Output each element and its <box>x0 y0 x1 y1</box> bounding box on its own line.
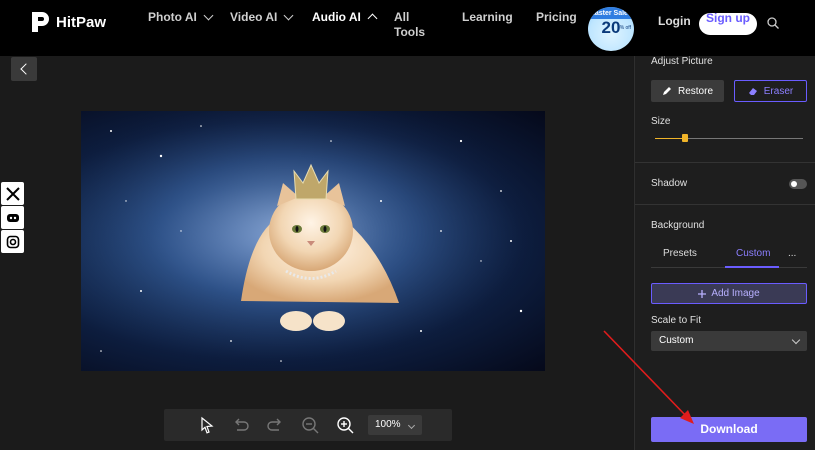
eraser-label: Eraser <box>763 85 794 97</box>
nav-video-ai[interactable]: Video AI <box>230 10 294 24</box>
scale-select[interactable]: Custom <box>651 331 807 351</box>
instagram-icon[interactable] <box>1 230 24 253</box>
section-divider <box>635 204 815 205</box>
plus-icon <box>698 289 707 298</box>
eraser-button[interactable]: Eraser <box>734 80 807 102</box>
back-button[interactable] <box>11 57 37 81</box>
pencil-icon <box>662 87 671 95</box>
signup-button[interactable]: Sign up <box>699 12 757 35</box>
nav-pricing[interactable]: Pricing <box>536 10 577 24</box>
cat-in-space-image <box>81 111 545 371</box>
chevron-down-icon <box>407 421 416 430</box>
active-tab-indicator <box>725 266 779 268</box>
size-slider-fill <box>655 138 685 139</box>
nav-all-tools[interactable]: All Tools <box>394 10 434 40</box>
nav-audio-ai[interactable]: Audio AI <box>312 10 378 24</box>
adjust-picture-title: Adjust Picture <box>651 56 713 67</box>
scale-to-fit-label: Scale to Fit <box>651 315 702 326</box>
tab-more[interactable]: ... <box>788 248 796 259</box>
promo-badge[interactable]: Easter Sales 20 % off <box>588 7 634 51</box>
restore-label: Restore <box>677 85 713 97</box>
shadow-toggle[interactable] <box>789 179 807 189</box>
nav-video-ai-label: Video AI <box>230 10 278 24</box>
promo-suffix: % off <box>619 25 631 31</box>
nav-photo-ai-label: Photo AI <box>148 10 197 24</box>
chevron-left-icon <box>20 63 32 75</box>
toggle-knob <box>791 181 797 187</box>
download-button[interactable]: Download <box>651 417 807 442</box>
brand-logo[interactable]: HitPaw <box>30 10 106 34</box>
chevron-down-icon <box>203 10 214 20</box>
zoom-select[interactable]: 100% <box>368 415 422 435</box>
hitpaw-logo-icon <box>32 12 49 32</box>
chevron-down-icon <box>791 335 801 345</box>
redo-icon[interactable] <box>266 416 284 434</box>
shadow-label: Shadow <box>651 178 688 189</box>
top-nav-bar: HitPaw Photo AI Video AI Audio AI All To… <box>0 0 815 56</box>
zoom-in-icon[interactable] <box>336 416 354 434</box>
chevron-down-icon <box>283 10 294 20</box>
eraser-icon <box>748 88 757 95</box>
nav-audio-ai-label: Audio AI <box>312 10 361 24</box>
background-title: Background <box>651 220 705 231</box>
login-link[interactable]: Login <box>658 14 691 28</box>
restore-button[interactable]: Restore <box>651 80 724 102</box>
nav-photo-ai[interactable]: Photo AI <box>148 10 214 24</box>
adjust-panel: Adjust Picture Restore Eraser Size Shado… <box>634 56 815 450</box>
size-slider-handle[interactable] <box>681 134 688 142</box>
scale-select-value: Custom <box>659 335 694 346</box>
tab-custom[interactable]: Custom <box>736 248 770 259</box>
discord-icon[interactable] <box>1 206 24 229</box>
size-label: Size <box>651 116 671 127</box>
tab-presets[interactable]: Presets <box>663 248 697 259</box>
section-divider <box>635 162 815 163</box>
edited-image <box>81 111 545 371</box>
zoom-value: 100% <box>375 419 401 430</box>
search-icon[interactable] <box>767 17 779 29</box>
nav-learning[interactable]: Learning <box>462 10 513 24</box>
canvas-toolbar: 100% <box>164 409 452 441</box>
add-image-button[interactable]: Add Image <box>651 283 807 304</box>
zoom-out-icon[interactable] <box>301 416 319 434</box>
brand-name: HitPaw <box>56 13 107 31</box>
undo-icon[interactable] <box>232 416 250 434</box>
chevron-up-icon <box>367 13 378 24</box>
add-image-label: Add Image <box>711 288 760 299</box>
x-twitter-icon[interactable] <box>1 182 24 205</box>
select-cursor-icon[interactable] <box>198 416 216 434</box>
